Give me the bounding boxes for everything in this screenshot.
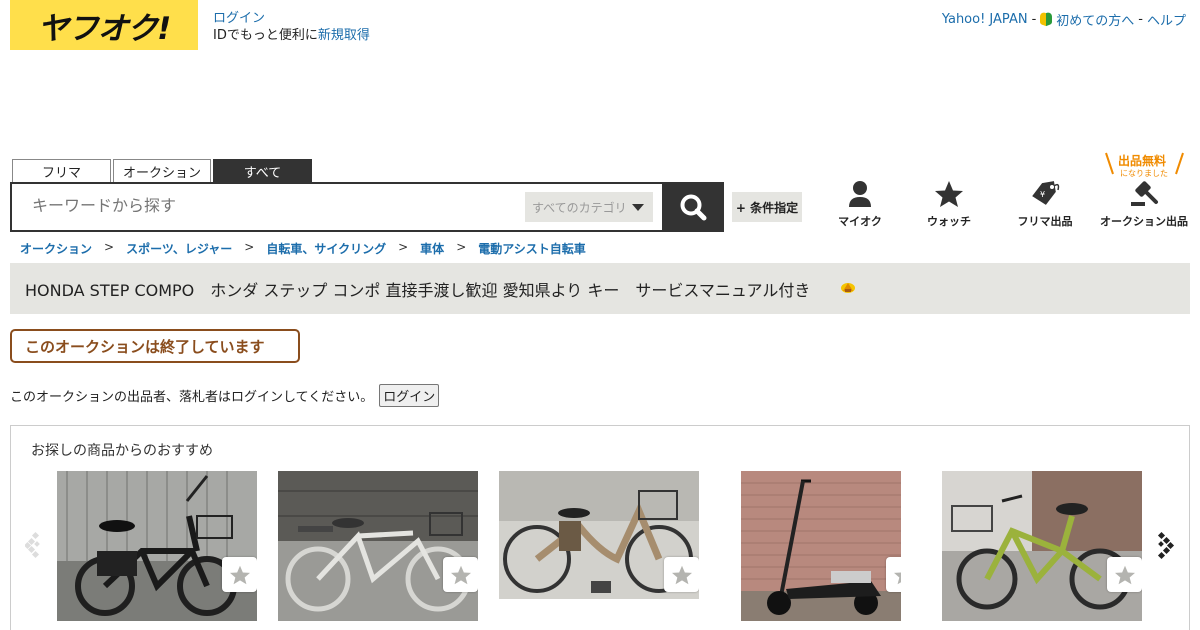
breadcrumb-item[interactable]: 車体 [420,240,444,257]
watch-button[interactable] [222,557,257,592]
chevron-left-icon[interactable] [25,530,45,560]
separator: - [1138,12,1143,27]
breadcrumb-item[interactable]: スポーツ、レジャー [126,240,232,257]
recommendations-title: お探しの商品からのおすすめ [31,443,213,459]
bicycle-photo [57,471,257,621]
tab-auction[interactable]: オークション [113,159,211,183]
item-title: HONDA STEP COMPO ホンダ ステップ コンポ 直接手渡し歓迎 愛知… [25,280,811,300]
nav-label: マイオク [838,215,882,228]
bicycle-photo [942,471,1142,621]
breadcrumb-item[interactable]: 電動アシスト自転車 [478,240,586,257]
breadcrumb-separator: > [244,240,255,254]
category-select-label: すべてのカテゴリ [532,200,627,215]
recommendations-panel: お探しの商品からのおすすめ [10,425,1190,630]
nav-label: オークション出品 [1100,215,1188,228]
watch-button[interactable] [1107,557,1142,592]
condition-button[interactable]: + 条件指定 [732,192,802,222]
watch-button[interactable] [664,557,699,592]
recommendation-item[interactable] [741,471,901,621]
chevron-right-icon[interactable] [1155,530,1175,560]
breadcrumb-separator: > [104,240,115,254]
recommendation-item[interactable] [57,471,257,621]
nav-my-auction[interactable]: マイオク [810,180,910,229]
tab-all[interactable]: すべて [213,159,312,183]
svg-text:¥: ¥ [1040,190,1045,199]
search-input[interactable] [32,196,512,215]
watch-button[interactable] [443,557,478,592]
id-prompt-text: IDでもっと便利に [213,28,318,43]
login-link[interactable]: ログイン [213,11,265,26]
star-icon [450,565,471,584]
auction-ended-text: このオークションは終了しています [25,337,265,356]
tab-flea-market[interactable]: フリマ [12,159,111,183]
nav-auction-listing[interactable]: オークション出品 [1094,180,1194,229]
nav-label: フリマ出品 [1017,215,1073,228]
star-icon [893,571,901,584]
person-icon [849,181,871,207]
search-icon [680,194,707,221]
help-link[interactable]: ヘルプ [1147,10,1186,29]
watch-button[interactable] [886,557,901,592]
scooter-photo [741,471,901,621]
bicycle-photo [278,471,478,621]
breadcrumb-item[interactable]: オークション [20,240,92,257]
register-link[interactable]: 新規取得 [318,28,370,43]
nav-label: ウォッチ [927,215,971,228]
search-button[interactable] [662,182,724,232]
item-title-bar: HONDA STEP COMPO ホンダ ステップ コンポ 直接手渡し歓迎 愛知… [10,263,1190,314]
yahoo-japan-link[interactable]: Yahoo! JAPAN [942,12,1028,27]
search-tabs: フリマ オークション すべて [12,159,312,183]
header-nav: マイオク ウォッチ ¥ フリマ出品 オークション出品 [820,180,1200,230]
separator: - [1031,12,1037,27]
free-badge-line2: になりました [1120,169,1168,178]
login-note-text: このオークションの出品者、落札者はログインしてください。 [10,390,374,405]
logo-text: ヤフオク! [37,10,172,47]
chevron-down-icon [631,203,644,211]
recommendation-item[interactable] [499,471,699,599]
yahoo-auction-logo[interactable]: ヤフオク! [10,0,198,50]
search-box: すべてのカテゴリ [10,182,664,232]
nav-flea-listing[interactable]: ¥ フリマ出品 [995,180,1095,229]
category-select[interactable]: すべてのカテゴリ [525,192,653,222]
star-icon [1114,565,1135,584]
nav-watch[interactable]: ウォッチ [899,180,999,229]
breadcrumb: オークション > スポーツ、レジャー > 自転車、サイクリング > 車体 > 電… [20,240,586,257]
recommendation-item[interactable] [942,471,1142,621]
login-button[interactable]: ログイン [379,384,440,407]
star-icon [229,565,250,584]
price-tag-icon: ¥ [1032,181,1060,205]
login-note: このオークションの出品者、落札者はログインしてください。 ログイン [10,384,440,407]
login-box: ログイン IDでもっと便利に新規取得 [213,10,370,44]
free-listing-badge: 出品無料 になりました [1104,152,1184,180]
free-badge-line1: 出品無料 [1118,154,1167,168]
gavel-icon [1131,181,1158,206]
auction-ended-notice: このオークションは終了しています [10,329,300,363]
top-links: Yahoo! JAPAN - 初めての方へ - ヘルプ [942,10,1186,29]
recommendation-item[interactable] [278,471,478,621]
new-listing-icon [841,283,855,293]
breadcrumb-separator: > [456,240,467,254]
star-icon [935,181,963,207]
breadcrumb-item[interactable]: 自転車、サイクリング [266,240,386,257]
breadcrumb-separator: > [398,240,409,254]
beginner-mark-icon [1040,12,1052,27]
beginners-link[interactable]: 初めての方へ [1056,10,1134,29]
star-icon [671,565,692,584]
